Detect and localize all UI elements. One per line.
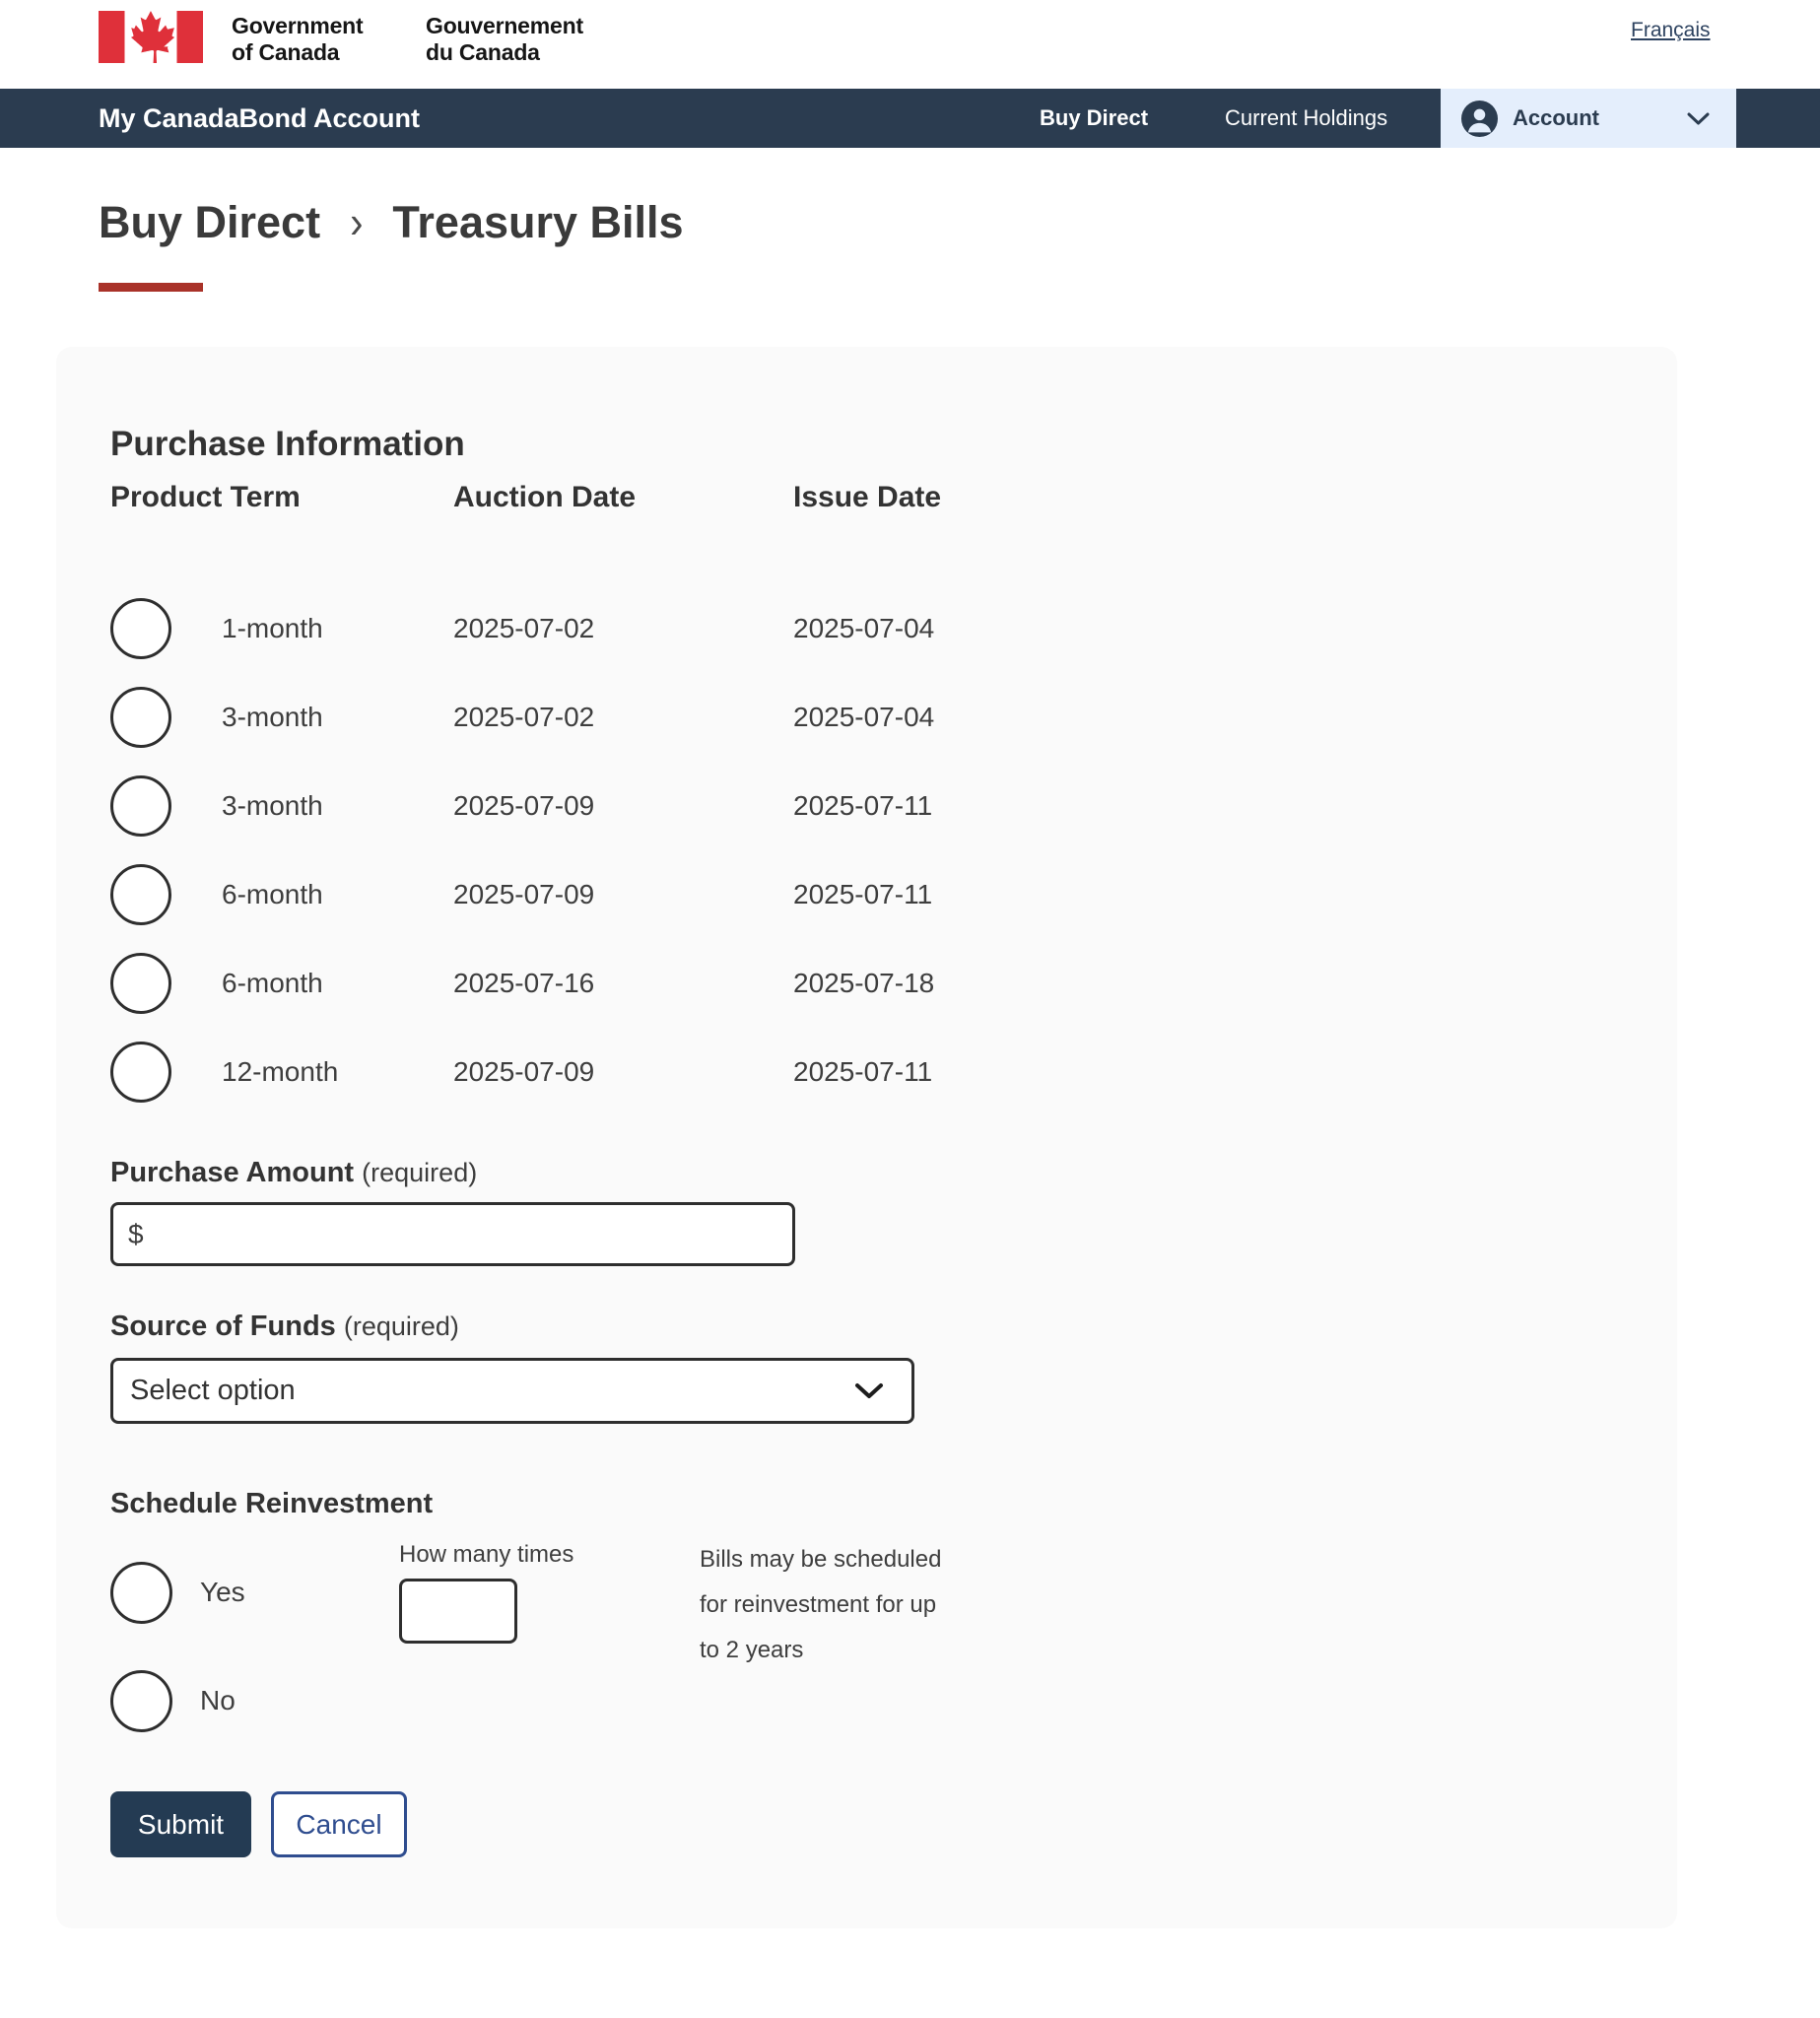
government-of-canada-wordmark-fr: Gouvernementdu Canada [426, 13, 583, 66]
auction-date-value: 2025-07-02 [453, 613, 793, 644]
government-of-canada-wordmark-en: Governmentof Canada [232, 13, 363, 66]
issue-date-value: 2025-07-11 [793, 790, 932, 822]
issue-date-value: 2025-07-18 [793, 968, 934, 999]
column-header-auction-date: Auction Date [453, 481, 793, 514]
auction-date-value: 2025-07-09 [453, 1056, 793, 1088]
product-term-radio[interactable] [110, 775, 171, 837]
breadcrumb-separator-icon: › [350, 197, 363, 248]
column-header-product-term: Product Term [110, 481, 453, 514]
product-term-label: 1-month [222, 613, 323, 644]
app-title: My CanadaBond Account [99, 89, 420, 148]
product-term-label: 12-month [222, 1056, 338, 1088]
product-term-radio[interactable] [110, 953, 171, 1014]
selected-option-label: Select option [130, 1375, 296, 1407]
table-row: 3-month 2025-07-09 2025-07-11 [110, 774, 934, 838]
product-term-radio[interactable] [110, 687, 171, 748]
purchase-amount-input[interactable] [154, 1218, 782, 1251]
active-crumb-underline [99, 283, 203, 292]
table-row: 12-month 2025-07-09 2025-07-11 [110, 1041, 934, 1104]
reinvestment-no-label: No [200, 1685, 236, 1716]
auction-date-value: 2025-07-09 [453, 790, 793, 822]
account-menu[interactable]: Account [1441, 89, 1736, 148]
source-of-funds-label: Source of Funds (required) [110, 1311, 459, 1343]
reinvestment-no-radio[interactable] [110, 1670, 172, 1732]
issue-date-value: 2025-07-04 [793, 702, 934, 733]
chevron-down-icon [1687, 112, 1710, 125]
page: Governmentof Canada Gouvernementdu Canad… [0, 0, 1820, 2018]
source-of-funds-select[interactable]: Select option [110, 1358, 914, 1424]
product-term-label: 3-month [222, 790, 323, 822]
nav-item-buy-direct[interactable]: Buy Direct [1040, 89, 1148, 148]
site-header: Governmentof Canada Gouvernementdu Canad… [0, 0, 1820, 89]
schedule-reinvestment-label: Schedule Reinvestment [110, 1488, 433, 1520]
issue-date-value: 2025-07-11 [793, 1056, 932, 1088]
nav-item-current-holdings[interactable]: Current Holdings [1225, 89, 1387, 148]
account-label: Account [1513, 105, 1599, 131]
breadcrumb-treasury-bills: Treasury Bills [392, 197, 683, 248]
cancel-button[interactable]: Cancel [271, 1791, 407, 1857]
chevron-down-icon [854, 1382, 884, 1399]
breadcrumb-buy-direct[interactable]: Buy Direct [99, 197, 320, 248]
how-many-times-label: How many times [399, 1541, 573, 1569]
table-row: 6-month 2025-07-09 2025-07-11 [110, 863, 934, 926]
card-title: Purchase Information [110, 425, 465, 464]
top-nav-bar: My CanadaBond Account Buy Direct Current… [0, 89, 1820, 148]
submit-button[interactable]: Submit [110, 1791, 251, 1857]
purchase-amount-field[interactable]: $ [110, 1202, 795, 1266]
language-toggle-link[interactable]: Français [1631, 19, 1711, 42]
product-term-radio[interactable] [110, 864, 171, 925]
product-term-radio[interactable] [110, 1042, 171, 1103]
purchase-information-card: Purchase Information Product Term Auctio… [56, 347, 1677, 1928]
issue-date-value: 2025-07-11 [793, 879, 932, 910]
reinvestment-note: Bills may be scheduled for reinvestment … [700, 1537, 941, 1673]
purchase-amount-label: Purchase Amount (required) [110, 1157, 477, 1189]
table-row: 3-month 2025-07-02 2025-07-04 [110, 686, 934, 749]
dollar-prefix: $ [128, 1219, 144, 1250]
product-term-table: 1-month 2025-07-02 2025-07-04 3-month 20… [110, 597, 934, 1129]
auction-date-value: 2025-07-16 [453, 968, 793, 999]
user-icon [1461, 101, 1498, 137]
product-term-label: 3-month [222, 702, 323, 733]
issue-date-value: 2025-07-04 [793, 613, 934, 644]
reinvestment-yes-label: Yes [200, 1577, 245, 1608]
breadcrumb: Buy Direct › Treasury Bills [99, 197, 684, 248]
auction-date-value: 2025-07-09 [453, 879, 793, 910]
table-row: 6-month 2025-07-16 2025-07-18 [110, 952, 934, 1015]
canada-flag-icon [99, 11, 203, 63]
how-many-times-input[interactable] [399, 1579, 517, 1644]
table-header-row: Product Term Auction Date Issue Date [110, 481, 941, 514]
product-term-label: 6-month [222, 968, 323, 999]
product-term-label: 6-month [222, 879, 323, 910]
product-term-radio[interactable] [110, 598, 171, 659]
reinvestment-yes-radio[interactable] [110, 1562, 172, 1624]
column-header-issue-date: Issue Date [793, 481, 941, 514]
table-row: 1-month 2025-07-02 2025-07-04 [110, 597, 934, 660]
auction-date-value: 2025-07-02 [453, 702, 793, 733]
